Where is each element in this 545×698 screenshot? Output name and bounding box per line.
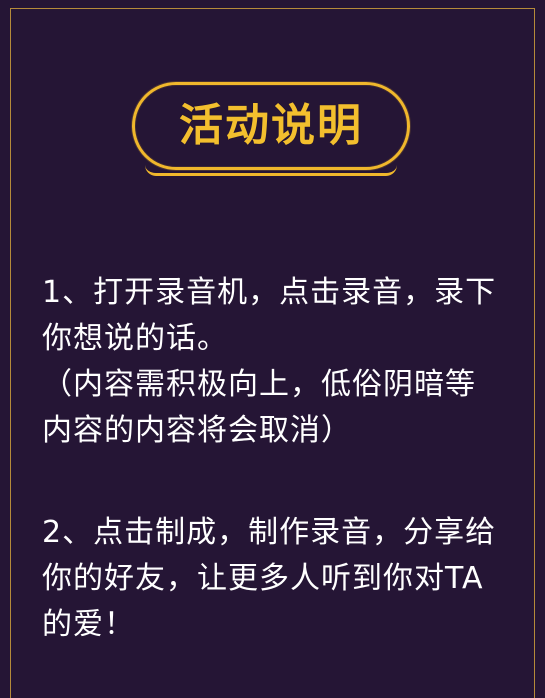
step-two-paragraph: 2、点击制成，制作录音，分享给 你的好友，让更多人听到你对TA 的爱！ bbox=[42, 510, 512, 648]
step-two-line-1: 2、点击制成，制作录音，分享给 bbox=[42, 515, 497, 550]
step-one-line-2: 你想说的话。 bbox=[42, 321, 228, 356]
step-two-line-2: 你的好友，让更多人听到你对TA bbox=[42, 561, 484, 596]
step-two-line-3: 的爱！ bbox=[42, 607, 135, 642]
step-one-line-4: 内容的内容将会取消） bbox=[42, 413, 352, 448]
left-frame-line bbox=[10, 8, 11, 698]
step-one-paragraph: 1、打开录音机，点击录音，录下 你想说的话。 （内容需积极向上，低俗阴暗等 内容… bbox=[42, 270, 512, 454]
description-content: 1、打开录音机，点击录音，录下 你想说的话。 （内容需积极向上，低俗阴暗等 内容… bbox=[42, 270, 512, 648]
activity-description-page: 活动说明 1、打开录音机，点击录音，录下 你想说的话。 （内容需积极向上，低俗阴… bbox=[0, 0, 545, 698]
page-title: 活动说明 bbox=[179, 100, 363, 151]
top-frame-line bbox=[10, 8, 535, 9]
step-one-line-1: 1、打开录音机，点击录音，录下 bbox=[42, 275, 497, 310]
right-frame-line bbox=[534, 8, 535, 698]
title-badge: 活动说明 bbox=[132, 82, 410, 176]
step-one-line-3: （内容需积极向上，低俗阴暗等 bbox=[42, 367, 476, 402]
